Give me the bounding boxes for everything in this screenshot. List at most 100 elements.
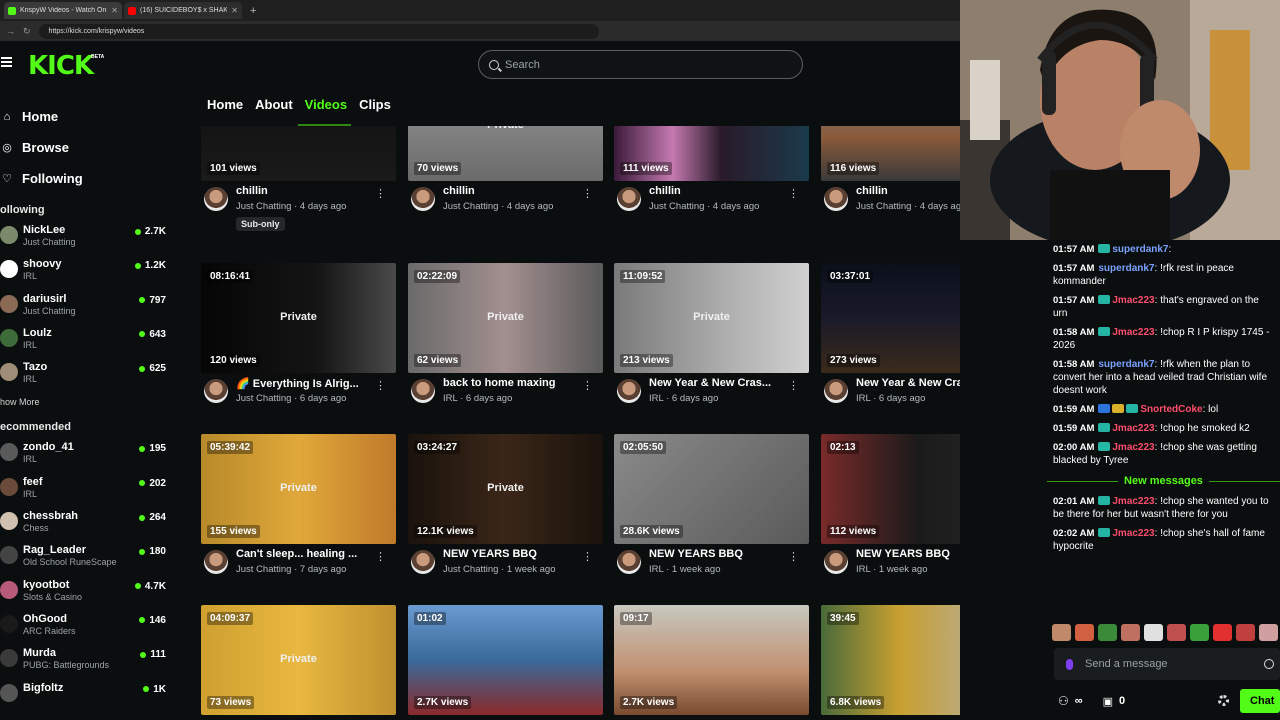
video-category[interactable]: Just Chatting: [443, 201, 498, 212]
video-category[interactable]: IRL: [856, 564, 870, 575]
video-thumbnail[interactable]: 111 views: [614, 126, 809, 181]
video-card[interactable]: 02:05:50 28.6K views NEW YEARS BBQ IRL · 1 …: [614, 434, 809, 600]
channel-avatar[interactable]: [204, 379, 228, 403]
more-options-icon[interactable]: ⋮: [582, 379, 593, 392]
video-thumbnail[interactable]: 02:05:50 28.6K views: [614, 434, 809, 544]
video-thumbnail[interactable]: 05:39:42 Private 155 views: [201, 434, 396, 544]
video-card[interactable]: 11:09:52 Private 213 views New Year & New C…: [614, 263, 809, 429]
channel-avatar[interactable]: [824, 379, 848, 403]
gift-icon[interactable]: ▣: [1103, 695, 1113, 708]
chat-username[interactable]: superdank7: [1112, 244, 1168, 255]
more-options-icon[interactable]: ⋮: [788, 187, 799, 200]
video-category[interactable]: Just Chatting: [443, 564, 498, 575]
chat-username[interactable]: Jmac223: [1112, 423, 1154, 434]
channel-row[interactable]: zondo_41 IRL 195: [0, 439, 182, 473]
emote-icon[interactable]: [1167, 624, 1186, 641]
tab-clips[interactable]: Clips: [359, 97, 391, 112]
video-category[interactable]: Just Chatting: [856, 201, 911, 212]
channel-avatar[interactable]: [204, 187, 228, 211]
video-thumbnail[interactable]: 101 views: [201, 126, 396, 181]
channel-row[interactable]: chessbrah Chess 264: [0, 508, 182, 542]
channel-avatar[interactable]: [617, 550, 641, 574]
tab-about[interactable]: About: [255, 97, 293, 112]
chat-username[interactable]: Jmac223: [1112, 528, 1154, 539]
channel-avatar[interactable]: [411, 379, 435, 403]
new-messages-divider[interactable]: New messages: [1047, 472, 1280, 490]
video-card[interactable]: 09:17 2.7K views: [614, 605, 809, 715]
video-thumbnail[interactable]: 03:24:27 Private 12.1K views: [408, 434, 603, 544]
emote-icon[interactable]: [1121, 624, 1140, 641]
close-tab-icon[interactable]: ✕: [231, 6, 238, 15]
video-card[interactable]: 39:45 6.8K views: [821, 605, 960, 715]
more-options-icon[interactable]: ⋮: [582, 187, 593, 200]
channel-avatar[interactable]: [824, 550, 848, 574]
video-card[interactable]: 101 views chillin Just Chatting · 4 days a…: [201, 126, 396, 237]
channel-row[interactable]: dariusirl Just Chatting 797: [0, 291, 182, 325]
emote-icon[interactable]: [1075, 624, 1094, 641]
chat-send-button[interactable]: Chat: [1240, 689, 1280, 713]
video-title[interactable]: chillin: [856, 185, 960, 197]
video-card[interactable]: 01:02 2.7K views: [408, 605, 603, 715]
emote-icon[interactable]: [1213, 624, 1232, 641]
chat-username[interactable]: Jmac223: [1112, 496, 1154, 507]
emote-icon[interactable]: [1236, 624, 1255, 641]
video-card[interactable]: 08:16:41 Private 120 views 🌈 Everything Is …: [201, 263, 396, 429]
channel-row[interactable]: Rag_Leader Old School RuneScape 180: [0, 542, 182, 576]
video-thumbnail[interactable]: 39:45 6.8K views: [821, 605, 960, 715]
video-category[interactable]: Just Chatting: [236, 393, 291, 404]
video-category[interactable]: Just Chatting: [236, 564, 291, 575]
show-more-button[interactable]: how More: [0, 393, 182, 421]
search-input[interactable]: Search: [478, 50, 803, 79]
channel-row[interactable]: shoovy IRL 1.2K: [0, 256, 182, 290]
video-title[interactable]: Can't sleep... healing ...: [236, 548, 376, 560]
video-title[interactable]: NEW YEARS BBQ: [649, 548, 789, 560]
video-category[interactable]: Just Chatting: [649, 201, 704, 212]
channel-avatar[interactable]: [617, 379, 641, 403]
video-thumbnail[interactable]: 02:13 112 views: [821, 434, 960, 544]
channel-row[interactable]: kyootbot Slots & Casino 4.7K: [0, 577, 182, 611]
emote-icon[interactable]: [1190, 624, 1209, 641]
channel-row[interactable]: Tazo IRL 625: [0, 359, 182, 393]
channel-avatar[interactable]: [617, 187, 641, 211]
channel-row[interactable]: Bigfoltz 1K: [0, 680, 182, 714]
browser-tab-kick[interactable]: KrispyW Videos - Watch On-Demand ✕: [4, 2, 122, 19]
video-thumbnail[interactable]: 01:02 2.7K views: [408, 605, 603, 715]
menu-icon[interactable]: [1, 57, 12, 67]
channel-row[interactable]: feef IRL 202: [0, 474, 182, 508]
more-options-icon[interactable]: ⋮: [582, 550, 593, 563]
video-card[interactable]: Private 70 views chillin Just Chatting · 4 …: [408, 126, 603, 237]
chat-username[interactable]: Jmac223: [1112, 327, 1154, 338]
video-thumbnail[interactable]: Private 70 views: [408, 126, 603, 181]
video-card[interactable]: 111 views chillin Just Chatting · 4 days a…: [614, 126, 809, 237]
chat-username[interactable]: Jmac223: [1112, 295, 1154, 306]
video-thumbnail[interactable]: 11:09:52 Private 213 views: [614, 263, 809, 373]
more-options-icon[interactable]: ⋮: [375, 550, 386, 563]
video-category[interactable]: IRL: [649, 393, 663, 404]
video-title[interactable]: chillin: [649, 185, 789, 197]
video-card[interactable]: 02:13 112 views NEW YEARS BBQ IRL · 1 week …: [821, 434, 960, 600]
more-options-icon[interactable]: ⋮: [788, 379, 799, 392]
channel-row[interactable]: OhGood ARC Raiders 146: [0, 611, 182, 645]
chat-username[interactable]: SnortedCoke: [1140, 404, 1202, 415]
emote-icon[interactable]: [1098, 624, 1117, 641]
emoji-icon[interactable]: [1264, 659, 1274, 669]
emote-icon[interactable]: [1259, 624, 1278, 641]
video-thumbnail[interactable]: 04:09:37 Private 73 views: [201, 605, 396, 715]
chat-message-input[interactable]: Send a message: [1054, 648, 1280, 680]
video-title[interactable]: back to home maxing: [443, 377, 583, 389]
video-thumbnail[interactable]: 08:16:41 Private 120 views: [201, 263, 396, 373]
video-card[interactable]: 02:22:09 Private 62 views back to home maxi…: [408, 263, 603, 429]
video-title[interactable]: 🌈 Everything Is Alrig...: [236, 377, 376, 390]
emote-icon[interactable]: [1052, 624, 1071, 641]
video-category[interactable]: Just Chatting: [236, 201, 291, 212]
kick-logo[interactable]: KICK: [28, 51, 94, 81]
video-category[interactable]: IRL: [443, 393, 457, 404]
chat-username[interactable]: superdank7: [1098, 359, 1154, 370]
gear-icon[interactable]: [1218, 695, 1229, 706]
video-title[interactable]: New Year & New Cras...: [649, 377, 789, 389]
sidebar-item-following[interactable]: ♡ Following: [0, 163, 182, 194]
reload-icon[interactable]: ↻: [23, 26, 31, 37]
video-card[interactable]: 03:37:01 273 views New Year & New Cras... I…: [821, 263, 960, 429]
more-options-icon[interactable]: ⋮: [375, 187, 386, 200]
video-thumbnail[interactable]: 03:37:01 273 views: [821, 263, 960, 373]
